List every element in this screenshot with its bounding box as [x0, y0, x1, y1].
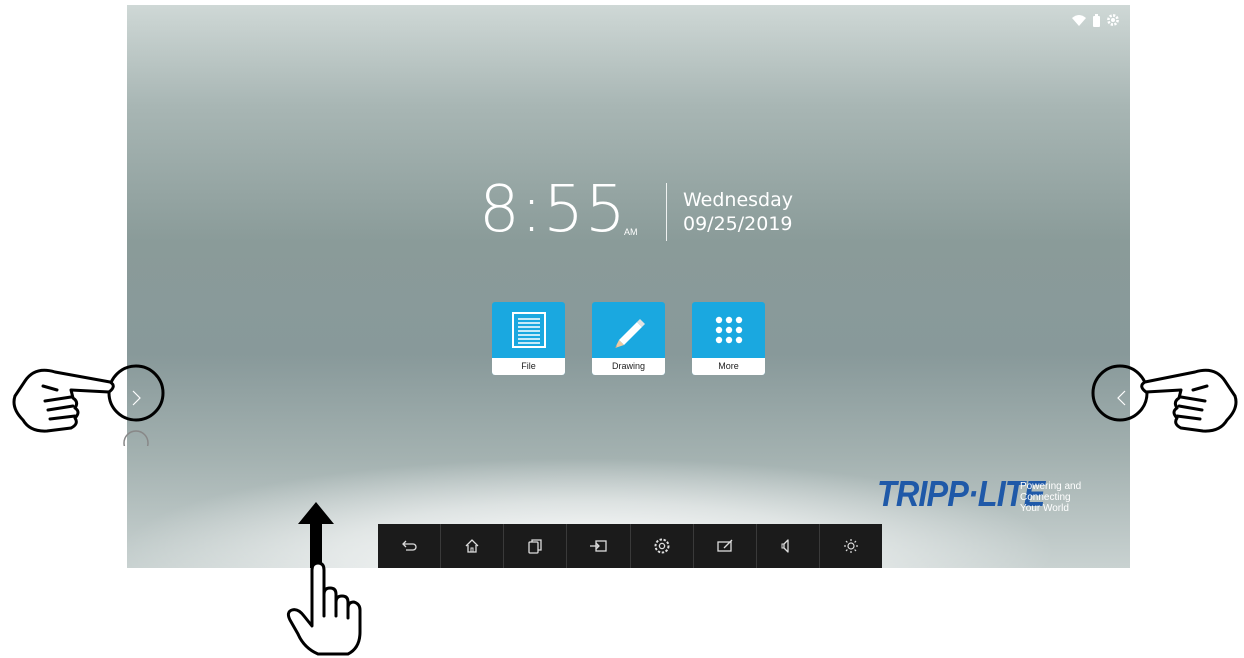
clock-day: Wednesday: [683, 189, 794, 211]
bottom-toolbar: [378, 524, 882, 568]
whiteboard-icon: [717, 539, 733, 552]
clock-ampm: AM: [624, 227, 638, 237]
whiteboard-button[interactable]: [694, 524, 757, 568]
hand-pointing-left-icon: [1091, 364, 1238, 433]
home-button[interactable]: [441, 524, 505, 568]
app-file-label: File: [492, 358, 565, 375]
tagline-line-2: Connecting: [1020, 492, 1071, 503]
file-icon: [492, 302, 565, 358]
input-source-icon: [590, 540, 608, 552]
windows-button[interactable]: [504, 524, 568, 568]
windows-icon: [528, 539, 542, 554]
settings-icon: [654, 538, 670, 554]
tagline-line-3: Your World: [1020, 503, 1069, 514]
brand-logo: TRIPP·LITE Powering and Connecting Your …: [877, 473, 1081, 515]
wifi-icon: [1071, 14, 1087, 32]
app-drawing-label: Drawing: [592, 358, 665, 375]
brightness-button[interactable]: [820, 524, 882, 568]
home-icon: [465, 539, 479, 553]
status-bar: [1071, 13, 1120, 32]
brightness-icon: [843, 539, 858, 553]
app-more-label: More: [692, 358, 765, 375]
volume-button[interactable]: [757, 524, 820, 568]
clock-time: 8:55: [479, 173, 627, 247]
gear-icon[interactable]: [1106, 13, 1120, 32]
clock-divider: [666, 183, 667, 241]
app-more-button[interactable]: More: [692, 302, 765, 375]
hand-pointing-right-icon: [12, 364, 165, 446]
display-screen: 8:55 AM Wednesday 09/25/2019 File Drawin…: [127, 5, 1130, 568]
app-file-button[interactable]: File: [492, 302, 565, 375]
hand-pointing-up-icon: [286, 561, 362, 656]
brand-tagline: Powering and Connecting Your World: [1020, 481, 1100, 514]
volume-icon: [781, 539, 789, 553]
tagline-line-1: Powering and: [1020, 481, 1082, 492]
app-drawing-button[interactable]: Drawing: [592, 302, 665, 375]
back-button[interactable]: [378, 524, 442, 568]
input-source-button[interactable]: [567, 524, 631, 568]
clock-date: 09/25/2019: [683, 213, 793, 235]
pencil-icon: [592, 302, 665, 358]
grid-icon: [692, 302, 765, 358]
battery-icon: [1093, 13, 1100, 32]
back-icon: [402, 540, 417, 551]
settings-button[interactable]: [631, 524, 694, 568]
